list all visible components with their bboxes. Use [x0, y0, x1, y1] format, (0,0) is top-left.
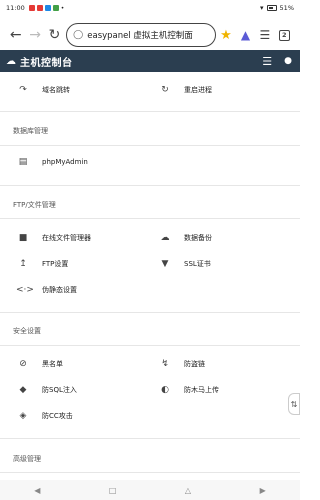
divider: [0, 185, 300, 186]
divider: [0, 145, 300, 146]
section-title-ftp: FTP/文件管理: [13, 201, 56, 209]
divider: [0, 345, 300, 346]
main-content: ↷ 域名跳转 ↻ 重启进程 数据库管理 ▤ phpMyAdmin FTP/文件管…: [0, 72, 300, 480]
tab-count: 2: [278, 29, 290, 41]
nav-forward-icon[interactable]: ▶: [260, 486, 266, 495]
address-bar[interactable]: ◯ easypanel 虚拟主机控制面: [66, 23, 217, 47]
blacklist-label: 黑名单: [42, 360, 63, 368]
ssl-cert-link[interactable]: ▼ SSL证书: [158, 256, 211, 272]
notification-icon: [52, 5, 59, 11]
anti-cc-link[interactable]: ◈ 防CC攻击: [16, 408, 73, 424]
scroll-handle[interactable]: ⇅: [288, 393, 300, 415]
ftp-settings-link[interactable]: ↥ FTP设置: [16, 256, 68, 272]
code-icon: <·>: [16, 285, 34, 295]
browser-toolbar: ← → ↻ ◯ easypanel 虚拟主机控制面 ★ ▲ ☰ 2: [0, 16, 300, 54]
more-icon: •: [60, 4, 65, 12]
block-icon: ⊘: [19, 359, 27, 369]
notification-icon: [44, 5, 51, 11]
site-info-icon[interactable]: ◯: [73, 30, 83, 40]
anti-cc-label: 防CC攻击: [42, 412, 73, 420]
anti-trojan-link[interactable]: ◐ 防木马上传: [158, 382, 219, 398]
ssl-cert-label: SSL证书: [184, 260, 211, 268]
folder-icon: ■: [18, 233, 28, 243]
divider: [0, 111, 300, 112]
menu-icon[interactable]: ☰: [255, 24, 274, 46]
eye-off-icon: ◐: [161, 385, 169, 395]
data-backup-label: 数据备份: [184, 234, 212, 242]
notification-icon: [36, 5, 43, 11]
anti-leech-label: 防盗链: [184, 360, 205, 368]
database-icon: ▤: [18, 157, 28, 167]
upload-icon: ↥: [19, 259, 27, 269]
nav-back-icon[interactable]: ◀: [34, 486, 40, 495]
file-manager-link[interactable]: ■ 在线文件管理器: [16, 230, 91, 246]
ai-assistant-icon[interactable]: ▲: [236, 24, 255, 46]
phpmyadmin-label: phpMyAdmin: [42, 158, 88, 166]
back-arrow-icon[interactable]: ←: [6, 24, 25, 46]
section-title-database: 数据库管理: [13, 127, 48, 135]
anti-trojan-label: 防木马上传: [184, 386, 219, 394]
divider: [0, 312, 300, 313]
file-manager-label: 在线文件管理器: [42, 234, 91, 242]
anti-leech-link[interactable]: ↯ 防盗链: [158, 356, 205, 372]
domain-redirect-label: 域名跳转: [42, 86, 70, 94]
battery-level: 51%: [279, 4, 294, 12]
security-shield-icon: ◈: [19, 411, 27, 421]
data-backup-link[interactable]: ☁ 数据备份: [158, 230, 213, 246]
blacklist-link[interactable]: ⊘ 黑名单: [16, 356, 63, 372]
flash-off-icon: ↯: [161, 359, 169, 369]
page-title: 主机控制台: [20, 57, 73, 69]
pseudo-static-link[interactable]: <·> 伪静态设置: [16, 282, 77, 298]
cloud-backup-icon: ☁: [160, 233, 170, 243]
anti-sql-link[interactable]: ◆ 防SQL注入: [16, 382, 77, 398]
notification-icon: [28, 5, 35, 11]
refresh-icon: ↻: [161, 85, 169, 95]
wifi-icon: ▾: [260, 4, 264, 12]
pseudo-static-label: 伪静态设置: [42, 286, 77, 294]
battery-icon: [266, 5, 277, 11]
app-header: ☁ 主机控制台 ☰ ●: [0, 50, 300, 72]
divider: [0, 472, 300, 473]
domain-redirect-link[interactable]: ↷ 域名跳转: [16, 82, 70, 98]
reload-icon[interactable]: ↻: [45, 24, 64, 46]
paint-bucket-icon: ◆: [19, 385, 27, 395]
divider: [0, 438, 300, 439]
url-text: easypanel 虚拟主机控制面: [87, 31, 193, 41]
shield-check-icon: ▼: [161, 259, 169, 269]
anti-sql-label: 防SQL注入: [42, 386, 77, 394]
bookmark-star-icon[interactable]: ★: [220, 28, 232, 43]
redirect-icon: ↷: [19, 85, 27, 95]
user-icon[interactable]: ●: [284, 56, 292, 66]
nav-home-icon[interactable]: □: [109, 486, 117, 495]
status-time: 11:00: [6, 4, 25, 12]
forward-arrow-icon[interactable]: →: [25, 24, 44, 46]
restart-process-label: 重启进程: [184, 86, 212, 94]
ftp-settings-label: FTP设置: [42, 260, 69, 268]
phpmyadmin-link[interactable]: ▤ phpMyAdmin: [16, 154, 88, 170]
cloud-logo-icon: ☁: [6, 55, 16, 67]
status-bar: 11:00 • ▾ 51%: [0, 0, 300, 16]
nav-recents-icon[interactable]: △: [185, 486, 191, 495]
tabs-button[interactable]: 2: [275, 24, 294, 46]
section-title-advanced: 高级管理: [13, 455, 41, 463]
system-nav-bar: ◀ □ △ ▶: [0, 480, 300, 500]
hamburger-menu-icon[interactable]: ☰: [262, 55, 272, 68]
section-title-security: 安全设置: [13, 327, 41, 335]
divider: [0, 218, 300, 219]
restart-process-link[interactable]: ↻ 重启进程: [158, 82, 212, 98]
